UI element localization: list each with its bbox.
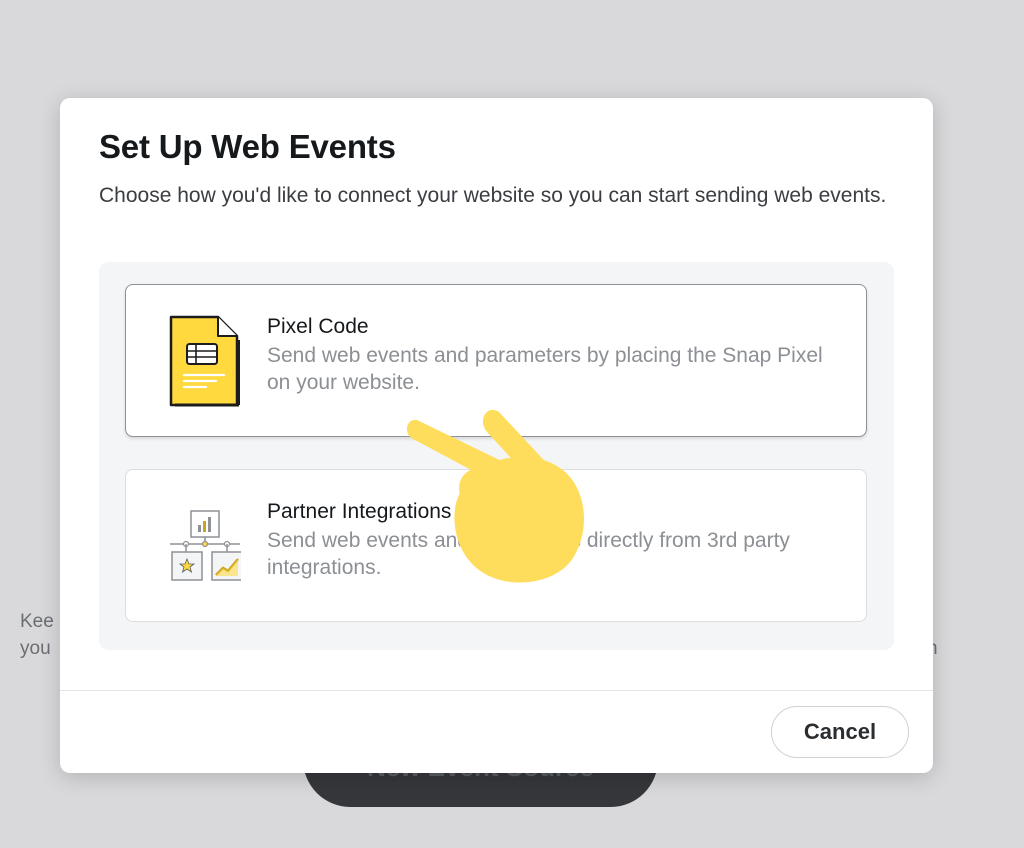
cancel-button[interactable]: Cancel bbox=[771, 706, 909, 758]
background-text-line: Kee bbox=[20, 611, 54, 632]
integration-diagram-icon bbox=[170, 510, 241, 581]
dialog-footer: Cancel bbox=[60, 690, 933, 774]
document-icon bbox=[169, 315, 240, 407]
pointing-hand-icon bbox=[406, 409, 584, 583]
option-description: Send web events and parameters by placin… bbox=[267, 344, 823, 394]
background-text-line: you bbox=[20, 638, 51, 659]
option-title: Pixel Code bbox=[267, 315, 369, 338]
dialog-title: Set Up Web Events bbox=[99, 128, 396, 165]
dialog-description: Choose how you'd like to connect your we… bbox=[99, 184, 887, 207]
background-text-left: Kee you bbox=[20, 608, 54, 662]
